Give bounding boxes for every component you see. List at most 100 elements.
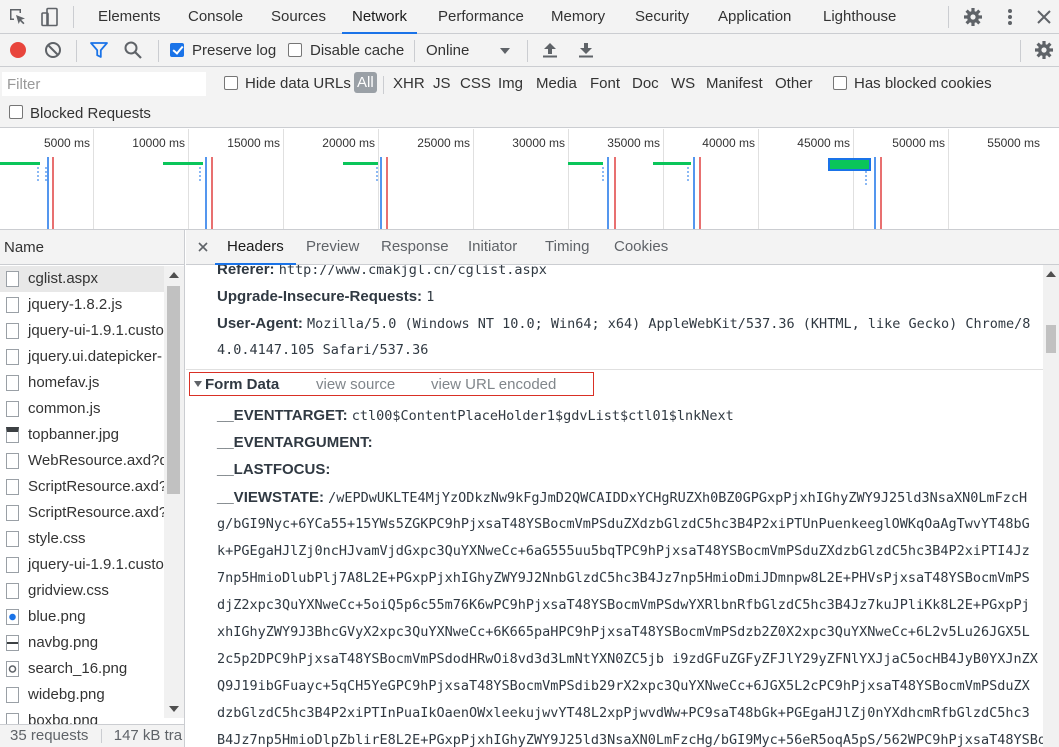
clear-icon[interactable]	[43, 40, 63, 60]
tab-elements[interactable]: Elements	[98, 0, 161, 33]
document-icon	[6, 349, 19, 365]
network-overview-timeline[interactable]: 5000 ms 10000 ms 15000 ms 20000 ms 25000…	[0, 129, 1059, 230]
scrollbar-thumb[interactable]	[167, 286, 180, 494]
request-row[interactable]: boxbg.png	[0, 708, 164, 724]
request-row[interactable]: blue.png	[0, 604, 164, 630]
filter-type-manifest[interactable]: Manifest	[706, 75, 763, 92]
tab-application[interactable]: Application	[718, 0, 791, 33]
blocked-requests-checkbox[interactable]	[9, 105, 23, 119]
request-row[interactable]: navbg.png	[0, 630, 164, 656]
filter-type-all[interactable]: All	[354, 72, 377, 93]
tab-preview[interactable]: Preview	[306, 230, 359, 264]
request-list-scrollbar[interactable]	[164, 266, 184, 718]
view-url-encoded-link[interactable]: view URL encoded	[431, 376, 556, 393]
form-field-viewstate: __VIEWSTATE: /wEPDwUKLTE4MjYzODkzNw9kFgJ…	[217, 489, 1027, 506]
toolbar-divider	[948, 6, 949, 28]
triangle-expanded-icon	[194, 381, 202, 387]
disable-cache-checkbox[interactable]	[288, 43, 302, 57]
toolbar-divider	[414, 40, 415, 62]
network-settings-gear-icon[interactable]	[1034, 40, 1054, 60]
request-row[interactable]: ScriptResource.axd?.	[0, 500, 164, 526]
request-row[interactable]: cglist.aspx	[0, 266, 164, 292]
tab-lighthouse[interactable]: Lighthouse	[823, 0, 896, 33]
export-har-download-icon[interactable]	[576, 40, 596, 60]
status-divider	[100, 729, 102, 744]
tab-timing[interactable]: Timing	[545, 230, 589, 264]
request-name: jquery-1.8.2.js	[28, 296, 123, 313]
form-data-section-header[interactable]: Form Data view source view URL encoded	[189, 372, 594, 396]
filter-type-media[interactable]: Media	[536, 75, 577, 92]
view-source-link[interactable]: view source	[316, 376, 395, 393]
close-devtools-icon[interactable]	[1034, 7, 1054, 27]
filter-funnel-icon[interactable]	[89, 40, 109, 60]
tab-security[interactable]: Security	[635, 0, 689, 33]
headers-panel-scrollbar[interactable]	[1043, 265, 1059, 747]
request-row[interactable]: jquery.ui.datepicker-	[0, 344, 164, 370]
request-name: navbg.png	[28, 634, 99, 651]
request-row[interactable]: jquery-ui-1.9.1.custo	[0, 552, 164, 578]
hide-data-urls-checkbox[interactable]	[224, 76, 238, 90]
tab-performance[interactable]: Performance	[438, 0, 524, 33]
request-name: WebResource.axd?d.	[28, 452, 164, 469]
image-icon	[6, 609, 19, 625]
filter-type-css[interactable]: CSS	[460, 75, 491, 92]
has-blocked-cookies-checkbox[interactable]	[833, 76, 847, 90]
request-name: boxbg.png	[28, 712, 99, 724]
document-icon	[6, 271, 19, 287]
scrollbar-thumb[interactable]	[1046, 325, 1056, 353]
request-row[interactable]: homefav.js	[0, 370, 164, 396]
filter-input[interactable]	[2, 72, 206, 96]
image-icon	[6, 635, 19, 651]
request-row[interactable]: topbanner.jpg	[0, 422, 164, 448]
request-row[interactable]: WebResource.axd?d.	[0, 448, 164, 474]
import-har-upload-icon[interactable]	[540, 40, 560, 60]
preserve-log-checkbox[interactable]	[170, 43, 184, 57]
document-icon	[6, 323, 19, 339]
tab-memory[interactable]: Memory	[551, 0, 605, 33]
more-options-icon[interactable]	[1000, 7, 1020, 27]
request-row[interactable]: ScriptResource.axd?.	[0, 474, 164, 500]
inspect-element-icon[interactable]	[8, 7, 28, 27]
record-button-icon[interactable]	[8, 40, 28, 60]
filter-type-font[interactable]: Font	[590, 75, 620, 92]
throttling-select[interactable]: Online	[426, 42, 469, 59]
tab-sources[interactable]: Sources	[271, 0, 326, 33]
filter-type-doc[interactable]: Doc	[632, 75, 659, 92]
header-row-referer: Referer: http://www.cmakjgl.cn/cglist.as…	[217, 265, 547, 278]
request-name: common.js	[28, 400, 101, 417]
search-icon[interactable]	[123, 40, 143, 60]
request-row[interactable]: search_16.png	[0, 656, 164, 682]
filter-type-other[interactable]: Other	[775, 75, 813, 92]
scroll-up-arrow-icon[interactable]	[1045, 269, 1057, 279]
document-icon	[6, 557, 19, 573]
filter-type-ws[interactable]: WS	[671, 75, 695, 92]
device-toolbar-icon[interactable]	[40, 7, 60, 27]
request-row[interactable]: widebg.png	[0, 682, 164, 708]
tab-headers[interactable]: Headers	[215, 230, 296, 265]
filter-type-js[interactable]: JS	[433, 75, 451, 92]
viewstate-value-line: 7np5HmioDlubPlj7A8L2E+PGxpPjxhIGhyZWY9J2…	[217, 570, 1030, 586]
scroll-down-arrow-icon[interactable]	[168, 704, 180, 714]
request-row[interactable]: gridview.css	[0, 578, 164, 604]
tab-response[interactable]: Response	[381, 230, 449, 264]
tab-network[interactable]: Network	[341, 0, 418, 34]
tab-cookies[interactable]: Cookies	[614, 230, 668, 264]
tab-initiator[interactable]: Initiator	[468, 230, 517, 264]
form-field-eventargument: __EVENTARGUMENT:	[217, 434, 373, 451]
has-blocked-cookies-label: Has blocked cookies	[854, 75, 992, 92]
request-row[interactable]: style.css	[0, 526, 164, 552]
header-row-upgrade-insecure-requests: Upgrade-Insecure-Requests: 1	[217, 288, 434, 305]
close-details-icon[interactable]	[197, 241, 209, 253]
header-key: Upgrade-Insecure-Requests:	[217, 288, 423, 305]
request-row[interactable]: jquery-ui-1.9.1.custo	[0, 318, 164, 344]
filter-type-xhr[interactable]: XHR	[393, 75, 425, 92]
request-row[interactable]: jquery-1.8.2.js	[0, 292, 164, 318]
request-row[interactable]: common.js	[0, 396, 164, 422]
tab-console[interactable]: Console	[188, 0, 243, 33]
header-key: User-Agent:	[217, 315, 303, 332]
filter-type-img[interactable]: Img	[498, 75, 523, 92]
scroll-up-arrow-icon[interactable]	[168, 270, 180, 280]
name-column-header[interactable]: Name	[0, 230, 184, 265]
settings-gear-icon[interactable]	[963, 7, 983, 27]
image-icon	[6, 687, 19, 703]
